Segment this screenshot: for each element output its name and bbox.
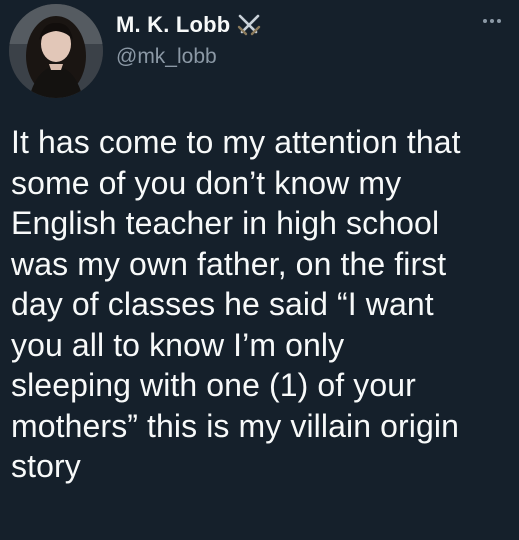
avatar[interactable] — [9, 4, 103, 98]
crossed-swords-icon — [236, 12, 262, 38]
more-dot-icon — [497, 19, 501, 23]
more-dot-icon — [490, 19, 494, 23]
tweet-text: It has come to my attention that some of… — [11, 124, 461, 484]
more-dot-icon — [483, 19, 487, 23]
author-display-name[interactable]: M. K. Lobb — [116, 12, 230, 38]
avatar-image — [9, 4, 103, 98]
author-handle[interactable]: @mk_lobb — [116, 45, 217, 69]
tweet-card: M. K. Lobb @mk_lobb It has come to my at… — [0, 0, 519, 540]
more-options-button[interactable] — [477, 12, 507, 30]
author-name-row[interactable]: M. K. Lobb — [116, 10, 262, 40]
